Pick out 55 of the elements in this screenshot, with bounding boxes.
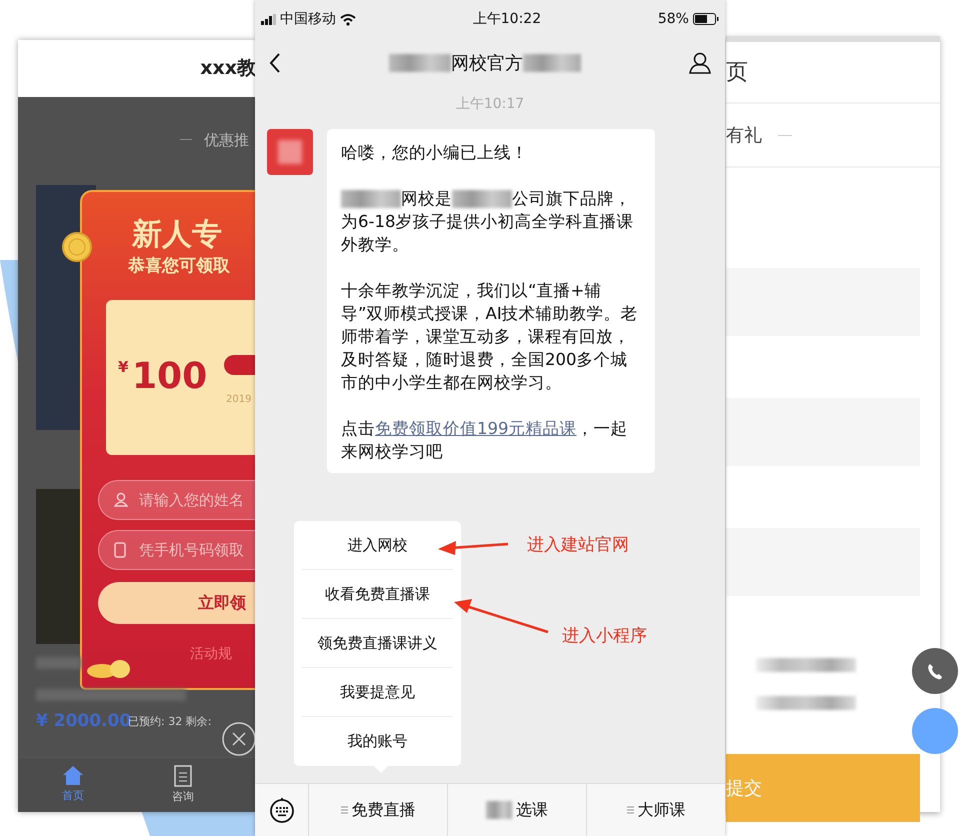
popup-heading: 新人专 [132, 216, 222, 254]
tab-label: 首页 [62, 788, 84, 804]
coin-icon [62, 232, 92, 262]
tab-label: 咨询 [172, 788, 194, 805]
annotation-text: 进入小程序 [562, 625, 647, 648]
blurred-text [523, 54, 581, 72]
signal-icon [261, 14, 276, 24]
battery-percent: 58% [658, 10, 689, 28]
message-paragraph: 十余年教学沉淀，我们以“直播+辅导”双师模式授课，AI技术辅助教学。老师带着学，课堂互动多，课程有回放，及时答疑，随时退费，全国200多个城市的中小学生都在网校学习。 [341, 280, 639, 394]
page-title: xxx教 [200, 56, 256, 82]
phone-icon [926, 662, 944, 680]
user-icon [114, 492, 128, 507]
input-field[interactable] [726, 398, 920, 466]
menu-item[interactable]: 收看免费直播课 [302, 570, 453, 619]
blurred-text [389, 54, 451, 72]
section-tab[interactable]: 优惠推 [204, 129, 249, 152]
ingot-icon [86, 657, 132, 679]
course-link[interactable]: 免费领取价值199元精品课 [375, 419, 576, 438]
claim-button[interactable]: 立即领 [98, 582, 256, 624]
annotation-text: 进入建站官网 [527, 534, 629, 557]
chat-title: 网校官方 [451, 52, 523, 76]
close-icon[interactable] [222, 722, 256, 756]
wifi-icon [340, 12, 356, 26]
input-field[interactable] [726, 528, 920, 596]
popup-subheading: 恭喜您可领取 [128, 255, 230, 278]
input-field[interactable] [726, 268, 920, 336]
message-time: 上午10:17 [454, 95, 526, 114]
keyboard-icon[interactable] [268, 797, 294, 823]
call-button[interactable] [912, 648, 958, 694]
coupon-date: 2019 [226, 393, 252, 407]
page-title: 页 [726, 58, 748, 86]
message-paragraph: 点击免费领取价值199元精品课，一起来网校学习吧 [341, 418, 628, 463]
menu-tab[interactable]: 选课 [447, 784, 586, 836]
carrier-name: 中国移动 [280, 10, 336, 28]
currency-sign: ¥ [118, 357, 128, 378]
blurred-text [36, 657, 81, 669]
coupon-amount: 100 [132, 355, 208, 399]
back-icon[interactable] [269, 53, 281, 73]
menu-tab[interactable]: 大师课 [586, 784, 725, 836]
menu-item[interactable]: 我的账号 [302, 717, 453, 766]
phone-icon [114, 542, 126, 558]
message-paragraph: 哈喽，您的小编已上线！ [341, 142, 529, 164]
menu-item[interactable]: 我要提意见 [302, 668, 453, 717]
arrow [438, 541, 508, 555]
document-icon [173, 764, 193, 787]
tab-bar-item[interactable]: 咨询 [128, 758, 238, 812]
battery-icon [692, 13, 719, 25]
home-icon [62, 765, 84, 786]
status-time: 上午10:22 [472, 10, 542, 28]
section-tab[interactable]: 有礼 [726, 122, 762, 148]
person-icon[interactable] [689, 52, 711, 74]
menu-tab[interactable]: 免费直播 [308, 784, 447, 836]
avatar [267, 129, 313, 175]
menu-item[interactable]: 领免费直播课讲义 [302, 619, 453, 668]
message-paragraph: 网校是 公司旗下品牌，为6-18岁孩子提供小初高全学科直播课外教学。 [341, 188, 634, 256]
